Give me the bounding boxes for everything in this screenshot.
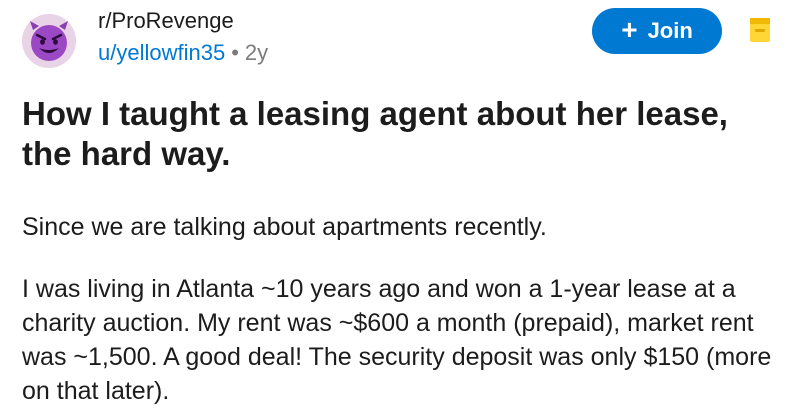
post-paragraph: I was living in Atlanta ~10 years ago an… — [22, 275, 772, 405]
join-button[interactable]: + Join — [592, 8, 722, 54]
subreddit-link[interactable]: r/ProRevenge — [98, 8, 268, 34]
devil-face-icon[interactable] — [22, 14, 76, 68]
post-paragraph: Since we are talking about apartments re… — [22, 213, 547, 241]
separator-dot: • — [231, 40, 239, 65]
plus-icon: + — [621, 14, 638, 45]
author-line: u/yellowfin35 • 2y — [98, 40, 268, 66]
post-title[interactable]: How I taught a leasing agent about her l… — [22, 94, 762, 174]
post-page: r/ProRevenge u/yellowfin35 • 2y + Join How… — [0, 0, 800, 420]
post-meta: r/ProRevenge u/yellowfin35 • 2y — [98, 8, 268, 66]
bookmark-icon[interactable] — [748, 16, 772, 44]
username-link[interactable]: u/yellowfin35 — [98, 40, 225, 65]
join-label: Join — [647, 18, 693, 43]
post-age: 2y — [244, 40, 269, 65]
